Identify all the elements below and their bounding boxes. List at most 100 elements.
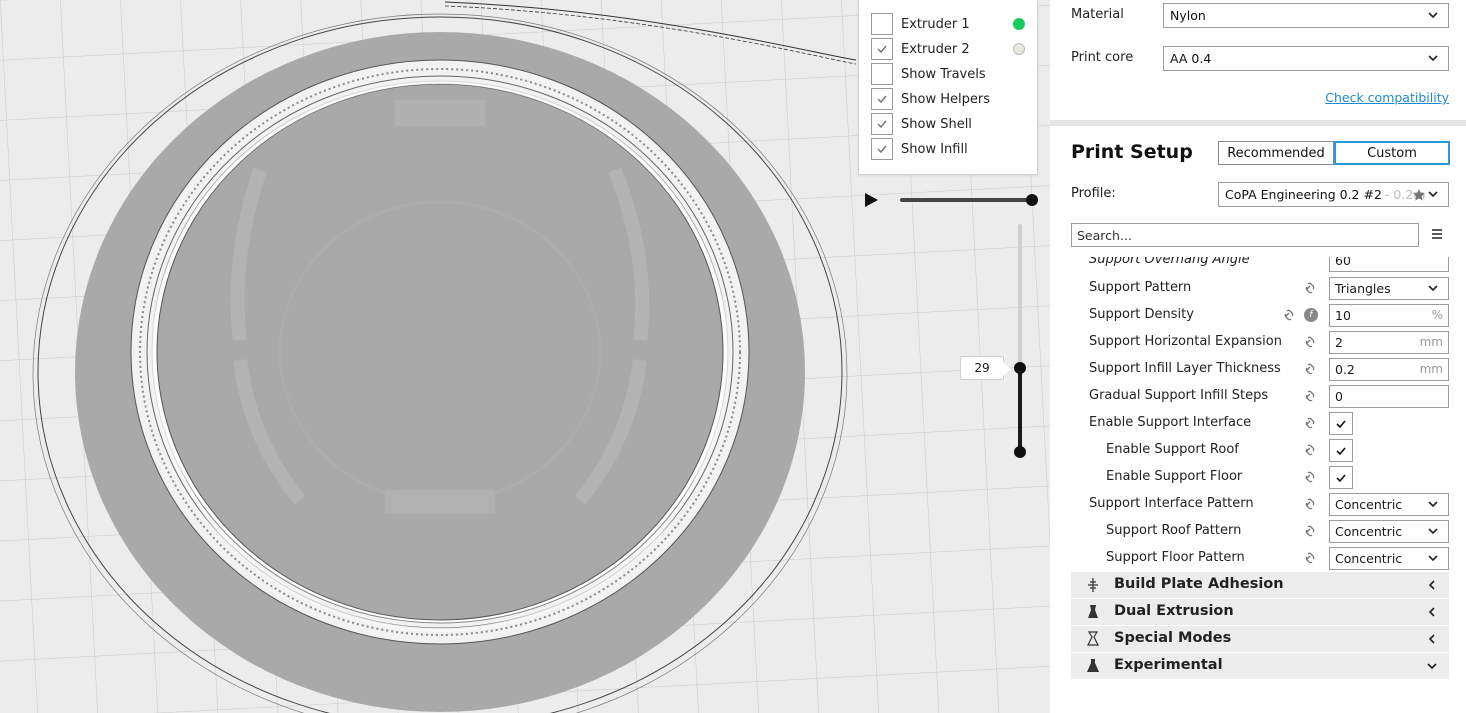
- setting-checkbox[interactable]: [1329, 466, 1353, 489]
- category-name: Dual Extrusion: [1114, 603, 1234, 619]
- link-icon[interactable]: [1303, 416, 1317, 430]
- extruder-2-toggle[interactable]: Extruder 2: [871, 38, 970, 60]
- show-infill-checkbox[interactable]: [871, 138, 893, 160]
- setting-value-field[interactable]: 10%: [1329, 304, 1449, 327]
- setting-row: Support Pattern Triangles: [1071, 275, 1449, 302]
- setting-row: Gradual Support Infill Steps 0: [1071, 383, 1449, 410]
- print-core-value: AA 0.4: [1170, 51, 1212, 66]
- setting-row: Enable Support Floor: [1071, 464, 1449, 491]
- show-travels-label: Show Travels: [901, 66, 986, 82]
- setting-row: Support Overhang Angle 60: [1071, 257, 1449, 274]
- link-icon[interactable]: [1303, 551, 1317, 565]
- simulation-slider-handle[interactable]: [1026, 194, 1038, 206]
- print-setup-title: Print Setup: [1071, 141, 1193, 163]
- setting-row: Support Floor Pattern Concentric: [1071, 545, 1449, 572]
- extruder-1-toggle[interactable]: Extruder 1: [871, 13, 970, 35]
- show-infill-label: Show Infill: [901, 141, 968, 157]
- dual-extrusion-icon: [1088, 605, 1098, 618]
- setting-value: Concentric: [1335, 524, 1403, 539]
- chevron-down-icon: [1428, 12, 1438, 19]
- show-helpers-checkbox[interactable]: [871, 88, 893, 110]
- setting-value-field[interactable]: 60: [1329, 257, 1449, 272]
- setting-name: Support Pattern: [1089, 280, 1192, 295]
- checkmark-icon: [877, 45, 887, 54]
- setting-checkbox[interactable]: [1329, 412, 1353, 435]
- setting-name: Support Infill Layer Thickness: [1089, 361, 1281, 376]
- show-shell-label: Show Shell: [901, 116, 972, 132]
- setting-name: Enable Support Floor: [1106, 469, 1243, 484]
- chevron-left-icon: [1428, 634, 1435, 644]
- show-travels-checkbox[interactable]: [871, 63, 893, 85]
- setting-value: 10: [1335, 308, 1351, 323]
- setting-value: 0.2: [1335, 362, 1355, 377]
- settings-search-input[interactable]: Search...: [1071, 223, 1419, 247]
- setting-row: Support Horizontal Expansion 2 mm: [1071, 329, 1449, 356]
- show-travels-toggle[interactable]: Show Travels: [871, 63, 986, 85]
- chevron-down-icon: [1428, 285, 1438, 292]
- link-icon[interactable]: [1303, 362, 1317, 376]
- extruder-2-color-dot: [1013, 43, 1025, 55]
- layer-slider-lower-handle[interactable]: [1014, 446, 1026, 458]
- simulation-slider[interactable]: [900, 198, 1032, 202]
- print-setup-card: Print Setup Recommended Custom Profile: …: [1050, 126, 1466, 686]
- category-name: Special Modes: [1114, 630, 1232, 646]
- print-core-dropdown[interactable]: AA 0.4: [1163, 46, 1449, 71]
- profile-dropdown[interactable]: CoPA Engineering 0.2 #2 - 0.2m: [1218, 182, 1449, 207]
- setting-dropdown[interactable]: Concentric: [1329, 493, 1449, 516]
- setting-name: Support Interface Pattern: [1089, 496, 1254, 511]
- chevron-down-icon: [1428, 191, 1438, 198]
- play-icon[interactable]: [861, 190, 881, 210]
- setting-value: Concentric: [1335, 497, 1403, 512]
- setting-name: Support Overhang Angle: [1089, 257, 1250, 267]
- layer-slider-upper-handle[interactable]: [1014, 362, 1026, 374]
- setting-dropdown[interactable]: Concentric: [1329, 547, 1449, 570]
- setting-dropdown[interactable]: Triangles: [1329, 277, 1449, 300]
- function-icon[interactable]: f: [1304, 308, 1318, 322]
- 3d-viewport[interactable]: Extruder 1 Extruder 2 Show Travels Show …: [0, 0, 1050, 713]
- extruder-1-checkbox[interactable]: [871, 13, 893, 35]
- link-icon[interactable]: [1303, 497, 1317, 511]
- category-name: Build Plate Adhesion: [1114, 576, 1284, 592]
- link-icon[interactable]: [1303, 281, 1317, 295]
- recommended-button[interactable]: Recommended: [1218, 141, 1334, 165]
- setting-value: 0: [1335, 389, 1343, 404]
- link-icon[interactable]: [1303, 524, 1317, 538]
- check-compatibility-link[interactable]: Check compatibility: [1325, 90, 1449, 105]
- settings-panel: Material Nylon Print core AA 0.4 Check c…: [1050, 0, 1466, 713]
- chevron-down-icon: [1428, 528, 1438, 535]
- setting-name: Support Horizontal Expansion: [1089, 334, 1282, 349]
- link-icon[interactable]: [1303, 443, 1317, 457]
- settings-list[interactable]: Support Overhang Angle 60 Support Patter…: [1071, 257, 1449, 681]
- chevron-down-icon: [1428, 501, 1438, 508]
- material-dropdown[interactable]: Nylon: [1163, 3, 1449, 28]
- setting-value-field[interactable]: 2 mm: [1329, 331, 1449, 354]
- category-build-plate-adhesion[interactable]: Build Plate Adhesion: [1071, 572, 1449, 598]
- show-shell-toggle[interactable]: Show Shell: [871, 113, 972, 135]
- setting-dropdown[interactable]: Concentric: [1329, 520, 1449, 543]
- link-icon[interactable]: [1282, 308, 1296, 322]
- show-infill-toggle[interactable]: Show Infill: [871, 138, 968, 160]
- setting-row: Support Infill Layer Thickness 0.2 mm: [1071, 356, 1449, 383]
- category-dual-extrusion[interactable]: Dual Extrusion: [1071, 599, 1449, 625]
- category-special-modes[interactable]: Special Modes: [1071, 626, 1449, 652]
- setting-name: Support Roof Pattern: [1106, 523, 1242, 538]
- extruder-1-color-dot: [1013, 18, 1025, 30]
- extruder-2-checkbox[interactable]: [871, 38, 893, 60]
- checkmark-icon: [1336, 419, 1346, 428]
- chevron-down-icon: [1428, 555, 1438, 562]
- link-icon[interactable]: [1303, 335, 1317, 349]
- chevron-left-icon: [1428, 580, 1435, 590]
- menu-icon[interactable]: [1430, 226, 1444, 242]
- setting-value-field[interactable]: 0.2 mm: [1329, 358, 1449, 381]
- custom-button[interactable]: Custom: [1334, 141, 1450, 165]
- show-shell-checkbox[interactable]: [871, 113, 893, 135]
- setting-checkbox[interactable]: [1329, 439, 1353, 462]
- link-icon[interactable]: [1303, 470, 1317, 484]
- category-experimental[interactable]: Experimental: [1071, 653, 1449, 679]
- setting-value-field[interactable]: 0: [1329, 385, 1449, 408]
- show-helpers-toggle[interactable]: Show Helpers: [871, 88, 990, 110]
- link-icon[interactable]: [1303, 389, 1317, 403]
- checkmark-icon: [877, 145, 887, 154]
- current-layer-field[interactable]: 29: [960, 356, 1011, 380]
- star-icon[interactable]: [1412, 188, 1426, 202]
